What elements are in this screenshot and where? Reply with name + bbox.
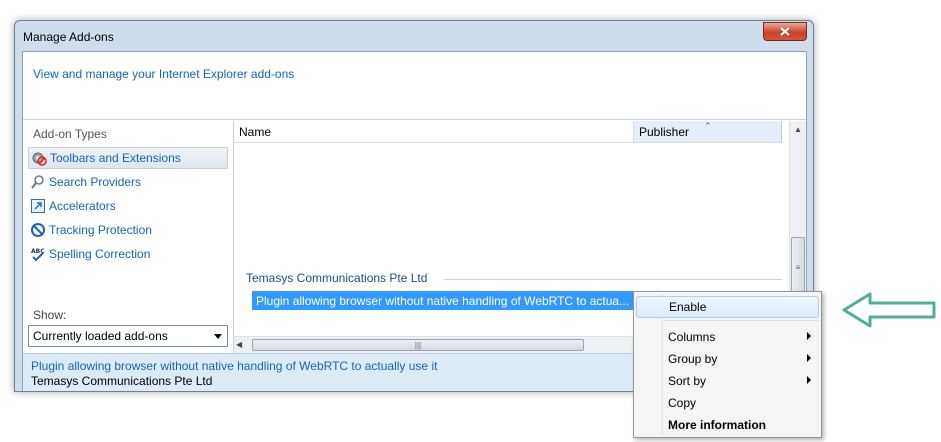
row-name: Plugin allowing browser without native h… <box>256 293 630 308</box>
type-item-toolbars-extensions[interactable]: Toolbars and Extensions <box>28 147 228 169</box>
menu-item-group-by[interactable]: Group by <box>636 348 819 370</box>
type-item-spelling-correction[interactable]: ABC Spelling Correction <box>28 243 228 265</box>
type-item-label: Spelling Correction <box>49 247 151 261</box>
vertical-scroll-thumb[interactable]: ≡ <box>791 237 805 297</box>
type-item-label: Toolbars and Extensions <box>50 151 181 165</box>
details-publisher: Temasys Communications Pte Ltd <box>31 374 213 388</box>
type-item-label: Tracking Protection <box>49 223 152 237</box>
column-header-label: Name <box>239 124 272 139</box>
menu-item-columns[interactable]: Columns <box>636 326 819 348</box>
addon-types-label: Add-on Types <box>33 127 107 141</box>
horizontal-scroll-thumb[interactable]: ||| <box>252 339 584 351</box>
show-dropdown-value: Currently loaded add-ons <box>33 329 168 343</box>
menu-item-more-information[interactable]: More information <box>636 414 819 436</box>
type-item-accelerators[interactable]: Accelerators <box>28 195 228 217</box>
menu-item-copy[interactable]: Copy <box>636 392 819 414</box>
menu-item-label: More information <box>668 418 766 432</box>
column-header-label: Publisher <box>639 124 690 139</box>
group-divider <box>444 279 782 280</box>
annotation-arrow-icon <box>842 292 936 328</box>
menu-item-label: Copy <box>668 396 697 410</box>
window-title: Manage Add-ons <box>23 30 114 44</box>
scroll-up-icon[interactable]: ▲ <box>790 121 806 137</box>
context-menu: Enable Columns Group by Sort by Copy Mor… <box>633 291 822 438</box>
submenu-arrow-icon <box>807 376 811 384</box>
type-item-search-providers[interactable]: Search Providers <box>28 171 228 193</box>
submenu-arrow-icon <box>807 332 811 340</box>
column-header-publisher[interactable]: ⌃ Publisher <box>634 121 782 143</box>
spell-check-icon: ABC <box>30 246 46 262</box>
type-item-tracking-protection[interactable]: Tracking Protection <box>28 219 228 241</box>
menu-separator <box>664 320 819 321</box>
group-header-publisher: Temasys Communications Pte Ltd <box>246 271 428 285</box>
menu-item-sort-by[interactable]: Sort by <box>636 370 819 392</box>
menu-item-label: Group by <box>668 352 718 366</box>
close-button[interactable] <box>763 22 807 41</box>
gear-icon <box>31 150 47 166</box>
column-header-name[interactable]: Name <box>234 121 634 143</box>
title-bar[interactable]: Manage Add-ons <box>15 21 813 51</box>
accelerator-icon <box>30 198 46 214</box>
header-description: View and manage your Internet Explorer a… <box>33 67 295 81</box>
menu-item-label: Columns <box>668 330 716 344</box>
menu-item-label: Sort by <box>668 374 707 388</box>
scroll-left-icon[interactable]: ◀ <box>236 340 242 349</box>
no-entry-icon <box>30 222 46 238</box>
submenu-arrow-icon <box>807 354 811 362</box>
addon-types-pane: Add-on Types Toolbars and Extensions Sea… <box>23 121 233 353</box>
details-addon-name: Plugin allowing browser without native h… <box>31 359 438 373</box>
type-item-label: Accelerators <box>49 199 116 213</box>
show-dropdown[interactable]: Currently loaded add-ons <box>28 325 228 347</box>
show-label: Show: <box>33 308 67 322</box>
search-icon <box>30 174 46 190</box>
chevron-down-icon <box>214 334 222 339</box>
sort-ascending-icon: ⌃ <box>704 121 712 131</box>
menu-item-label: Enable <box>669 300 707 314</box>
menu-item-enable[interactable]: Enable <box>636 296 819 318</box>
close-icon <box>780 27 790 36</box>
type-item-label: Search Providers <box>49 175 142 189</box>
header-area: View and manage your Internet Explorer a… <box>23 52 806 120</box>
